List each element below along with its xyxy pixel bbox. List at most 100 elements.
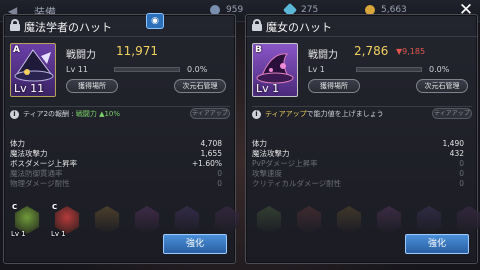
info-icon: i bbox=[252, 110, 261, 119]
combat-power-label: 戦闘力 bbox=[66, 50, 96, 61]
stat-row: PvPダメージ上昇率 0 bbox=[252, 159, 464, 169]
item-level-badge: Lv 11 bbox=[14, 82, 45, 95]
dimension-stone-slot[interactable] bbox=[90, 203, 124, 237]
stat-value: 1,655 bbox=[200, 149, 222, 158]
combat-power-diff: ▼9,185 bbox=[396, 47, 426, 56]
stat-value: 1,490 bbox=[442, 139, 464, 148]
item-header: 魔法学者のハット bbox=[4, 15, 235, 37]
hexagon-stone-icon bbox=[134, 206, 160, 234]
camera-screenshot-button[interactable]: ◉ bbox=[146, 13, 164, 29]
dimension-stone-slot[interactable] bbox=[170, 203, 204, 237]
dimension-stone-slot[interactable] bbox=[412, 203, 446, 237]
level-label: Lv 1 bbox=[308, 65, 325, 74]
dimension-stone-slot[interactable] bbox=[332, 203, 366, 237]
dimension-stone-slot[interactable] bbox=[372, 203, 406, 237]
item-header: 魔女のハット bbox=[246, 15, 477, 37]
enhance-button[interactable]: 強化 bbox=[163, 234, 227, 254]
item-name: 魔法学者のハット bbox=[24, 21, 112, 34]
stat-label: 魔法攻撃力 bbox=[10, 149, 48, 158]
item-grade: B bbox=[255, 45, 262, 55]
info-icon: i bbox=[10, 110, 19, 119]
obtain-location-button[interactable]: 獲得場所 bbox=[308, 79, 360, 93]
stat-list: 体力 1,490 魔法攻撃力 432 PvPダメージ上昇率 0 攻撃速度 0 クリティカルダメー… bbox=[252, 139, 464, 189]
slot-grade: C bbox=[12, 203, 18, 211]
lock-icon[interactable] bbox=[252, 19, 262, 31]
slot-level: Lv 1 bbox=[11, 230, 26, 238]
stat-label: 物理ダメージ耐性 bbox=[10, 179, 70, 188]
camera-icon: ◉ bbox=[151, 16, 159, 26]
item-grade: A bbox=[13, 45, 20, 55]
stat-label: ボスダメージ上昇率 bbox=[10, 159, 78, 168]
item-icon: A Lv 11 bbox=[10, 43, 56, 97]
stat-value: 4,708 bbox=[200, 139, 222, 148]
exp-bar bbox=[356, 67, 422, 72]
stat-label: 攻撃速度 bbox=[252, 169, 282, 178]
stat-value: 0 bbox=[459, 159, 464, 168]
stat-value: +1.60% bbox=[191, 159, 222, 168]
level-label: Lv 11 bbox=[66, 65, 88, 74]
dimension-stone-slot[interactable]: C Lv 1 bbox=[50, 203, 84, 238]
dimension-stone-slots: C Lv 1 C Lv 1 bbox=[10, 203, 244, 238]
equipped-item-panel: 魔法学者のハット A Lv 11 戦闘力 11,971 Lv 11 0.0% 獲… bbox=[3, 14, 240, 264]
hexagon-stone-icon bbox=[376, 206, 402, 234]
slot-grade: C bbox=[52, 203, 58, 211]
tier-reward-text: ティア2の報酬 : 戦闘力 ▲10% bbox=[23, 110, 121, 118]
stat-row: ボスダメージ上昇率 +1.60% bbox=[10, 159, 222, 169]
hexagon-stone-icon bbox=[416, 206, 442, 234]
dimension-stone-slot[interactable] bbox=[210, 203, 244, 237]
stat-value: 0 bbox=[459, 179, 464, 188]
stat-row: 魔法攻撃力 432 bbox=[252, 149, 464, 159]
dimension-stone-slot[interactable] bbox=[130, 203, 164, 237]
dimension-stone-slot[interactable] bbox=[292, 203, 326, 237]
stat-list: 体力 4,708 魔法攻撃力 1,655 ボスダメージ上昇率 +1.60% 魔法防御貫通率 0… bbox=[10, 139, 222, 189]
dimension-stone-slots bbox=[252, 203, 480, 237]
compare-item-panel: 魔女のハット B Lv 1 戦闘力 2,786 ▼9,185 Lv 1 0.0%… bbox=[245, 14, 480, 264]
stat-label: クリティカルダメージ耐性 bbox=[252, 179, 342, 188]
stat-row: 体力 1,490 bbox=[252, 139, 464, 149]
slot-level: Lv 1 bbox=[51, 230, 66, 238]
stat-label: PvPダメージ上昇率 bbox=[252, 159, 318, 168]
enhance-button[interactable]: 強化 bbox=[405, 234, 469, 254]
stat-row: 魔法防御貫通率 0 bbox=[10, 169, 222, 179]
hexagon-stone-icon bbox=[336, 206, 362, 234]
stat-label: 魔法攻撃力 bbox=[252, 149, 290, 158]
stat-value: 0 bbox=[217, 179, 222, 188]
tier-hint-text: ティアアップで能力値を上げましょう bbox=[265, 110, 384, 118]
exp-percent: 0.0% bbox=[429, 65, 450, 74]
stat-row: 物理ダメージ耐性 0 bbox=[10, 179, 222, 189]
exp-percent: 0.0% bbox=[187, 65, 208, 74]
stat-row: クリティカルダメージ耐性 0 bbox=[252, 179, 464, 189]
dimension-stone-slot[interactable] bbox=[452, 203, 480, 237]
obtain-location-button[interactable]: 獲得場所 bbox=[66, 79, 118, 93]
stat-row: 魔法攻撃力 1,655 bbox=[10, 149, 222, 159]
hexagon-stone-icon bbox=[296, 206, 322, 234]
item-level-badge: Lv 1 bbox=[256, 82, 280, 95]
dimension-stone-button[interactable]: 次元石管理 bbox=[416, 79, 468, 93]
combat-power-value: 2,786 bbox=[354, 44, 389, 58]
item-name: 魔女のハット bbox=[266, 21, 332, 34]
stat-value: 432 bbox=[449, 149, 464, 158]
hexagon-stone-icon bbox=[214, 206, 240, 234]
dimension-stone-slot[interactable] bbox=[252, 203, 286, 237]
hexagon-stone-icon bbox=[94, 206, 120, 234]
dimension-stone-slot[interactable]: C Lv 1 bbox=[10, 203, 44, 238]
item-icon: B Lv 1 bbox=[252, 43, 298, 97]
stat-label: 体力 bbox=[10, 139, 25, 148]
combat-power-value: 11,971 bbox=[116, 44, 158, 58]
dimension-stone-button[interactable]: 次元石管理 bbox=[174, 79, 226, 93]
exp-bar bbox=[114, 67, 180, 72]
stat-row: 体力 4,708 bbox=[10, 139, 222, 149]
stat-label: 体力 bbox=[252, 139, 267, 148]
stat-value: 0 bbox=[217, 169, 222, 178]
hexagon-stone-icon bbox=[174, 206, 200, 234]
tier-hint-row: i ティアアップで能力値を上げましょう ティアアップ bbox=[252, 106, 472, 120]
hexagon-stone-icon bbox=[456, 206, 480, 234]
tier-up-button[interactable]: ティアアップ bbox=[190, 108, 230, 119]
lock-icon[interactable] bbox=[10, 19, 20, 31]
tier-reward-row: i ティア2の報酬 : 戦闘力 ▲10% ティアアップ bbox=[10, 106, 230, 120]
combat-power-label: 戦闘力 bbox=[308, 50, 338, 61]
tier-up-button[interactable]: ティアアップ bbox=[432, 108, 472, 119]
stat-value: 0 bbox=[459, 169, 464, 178]
stat-label: 魔法防御貫通率 bbox=[10, 169, 63, 178]
hexagon-stone-icon bbox=[256, 206, 282, 234]
